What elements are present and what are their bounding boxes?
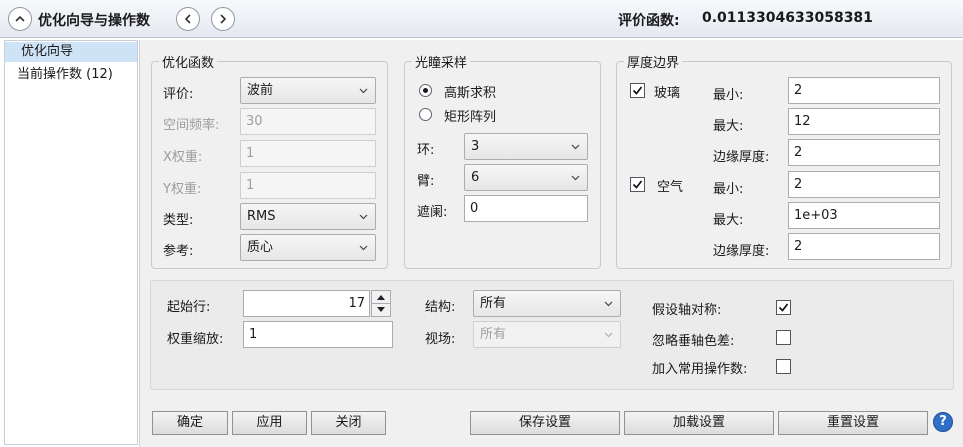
arms-select[interactable]: 6 bbox=[464, 164, 588, 191]
criterion-select[interactable]: 波前 bbox=[240, 77, 376, 104]
chevron-down-icon bbox=[604, 332, 613, 338]
chevron-down-icon bbox=[359, 88, 368, 94]
pupil-sampling-group: 光瞳采样 bbox=[404, 52, 601, 269]
checkmark-icon bbox=[632, 86, 643, 95]
sidebar-item-current-operands[interactable]: 当前操作数 (12) bbox=[5, 65, 137, 85]
group-title: 优化函数 bbox=[162, 56, 215, 71]
chevron-down-icon bbox=[571, 144, 580, 150]
y-weight-label: Y权重: bbox=[163, 182, 202, 197]
glass-max-field[interactable]: 12 bbox=[788, 108, 940, 135]
spatial-frequency-label: 空间频率: bbox=[163, 118, 220, 133]
add-favorite-operands-checkbox[interactable] bbox=[776, 359, 791, 374]
merit-function-value: 0.0113304633058381 bbox=[702, 10, 873, 26]
type-label: 类型: bbox=[163, 213, 194, 228]
field-select[interactable]: 所有 bbox=[473, 321, 621, 348]
reference-label: 参考: bbox=[163, 244, 194, 259]
chevron-down-icon bbox=[604, 301, 613, 307]
load-settings-button[interactable]: 加载设置 bbox=[624, 411, 774, 435]
criterion-value: 波前 bbox=[247, 83, 274, 98]
wizard-panel: 优化函数 评价: 波前 空间频率: 30 X权重: 1 Y权重: 1 类型: R… bbox=[139, 40, 963, 447]
help-icon[interactable]: ? bbox=[933, 412, 953, 432]
merit-function-label: 评价函数: bbox=[618, 13, 680, 29]
weight-scale-field[interactable]: 1 bbox=[243, 321, 393, 348]
air-checkbox[interactable] bbox=[630, 177, 645, 192]
chevron-down-icon bbox=[359, 245, 368, 251]
chevron-left-icon[interactable] bbox=[176, 7, 200, 31]
reference-value: 质心 bbox=[247, 240, 274, 255]
criterion-label: 评价: bbox=[163, 87, 194, 102]
glass-min-field[interactable]: 2 bbox=[788, 77, 940, 104]
obscuration-field[interactable]: 0 bbox=[464, 195, 588, 222]
group-title: 厚度边界 bbox=[627, 56, 680, 71]
ignore-lateral-color-label: 忽略垂轴色差: bbox=[652, 334, 735, 349]
field-value: 所有 bbox=[480, 327, 507, 342]
glass-edge-thickness-field[interactable]: 2 bbox=[788, 139, 940, 166]
obscuration-label: 遮阑: bbox=[417, 205, 448, 220]
chevron-up-icon[interactable] bbox=[8, 7, 32, 31]
field-label: 视场: bbox=[425, 332, 456, 347]
chevron-down-icon bbox=[571, 175, 580, 181]
ok-button[interactable]: 确定 bbox=[152, 411, 228, 435]
reference-select[interactable]: 质心 bbox=[240, 234, 376, 261]
chevron-down-icon bbox=[359, 214, 368, 220]
group-title: 光瞳采样 bbox=[415, 56, 468, 71]
gaussian-quadrature-radio[interactable] bbox=[419, 84, 432, 97]
close-button[interactable]: 关闭 bbox=[311, 411, 386, 435]
arms-label: 臂: bbox=[417, 174, 435, 189]
assume-axial-symmetry-label: 假设轴对称: bbox=[652, 303, 722, 318]
rings-select[interactable]: 3 bbox=[464, 133, 588, 160]
x-weight-label: X权重: bbox=[163, 150, 203, 165]
glass-min-label: 最小: bbox=[713, 88, 744, 103]
glass-label: 玻璃 bbox=[654, 86, 681, 101]
checkmark-icon bbox=[632, 180, 643, 189]
add-favorite-operands-label: 加入常用操作数: bbox=[652, 362, 748, 377]
air-min-field[interactable]: 2 bbox=[788, 171, 940, 198]
window-title: 优化向导与操作数 bbox=[38, 13, 150, 29]
structure-select[interactable]: 所有 bbox=[473, 290, 621, 317]
checkmark-icon bbox=[778, 303, 789, 312]
spatial-frequency-field[interactable]: 30 bbox=[240, 108, 376, 135]
type-value: RMS bbox=[247, 209, 276, 224]
glass-checkbox[interactable] bbox=[630, 83, 645, 98]
arms-value: 6 bbox=[471, 170, 480, 185]
rectangular-array-label: 矩形阵列 bbox=[444, 110, 497, 125]
air-edge-thickness-label: 边缘厚度: bbox=[713, 244, 770, 259]
spin-down-icon[interactable] bbox=[372, 303, 390, 315]
apply-button[interactable]: 应用 bbox=[232, 411, 307, 435]
sidebar-item-optimization-wizard[interactable]: 优化向导 bbox=[5, 42, 137, 62]
sidebar: 优化向导 当前操作数 (12) bbox=[4, 40, 138, 445]
save-settings-button[interactable]: 保存设置 bbox=[470, 411, 620, 435]
weight-scale-label: 权重缩放: bbox=[167, 332, 224, 347]
rings-value: 3 bbox=[471, 139, 480, 154]
reset-settings-button[interactable]: 重置设置 bbox=[778, 411, 928, 435]
glass-edge-thickness-label: 边缘厚度: bbox=[713, 150, 770, 165]
gaussian-quadrature-label: 高斯求积 bbox=[444, 86, 497, 101]
air-label: 空气 bbox=[657, 180, 684, 195]
start-row-spinner[interactable] bbox=[371, 290, 391, 317]
glass-max-label: 最大: bbox=[713, 119, 744, 134]
assume-axial-symmetry-checkbox[interactable] bbox=[776, 300, 791, 315]
structure-value: 所有 bbox=[480, 296, 507, 311]
type-select[interactable]: RMS bbox=[240, 203, 376, 230]
rings-label: 环: bbox=[417, 143, 435, 158]
air-min-label: 最小: bbox=[713, 182, 744, 197]
air-max-field[interactable]: 1e+03 bbox=[788, 202, 940, 229]
ignore-lateral-color-checkbox[interactable] bbox=[776, 330, 791, 345]
rectangular-array-radio[interactable] bbox=[419, 108, 432, 121]
structure-label: 结构: bbox=[425, 300, 456, 315]
chevron-right-icon[interactable] bbox=[211, 7, 235, 31]
air-edge-thickness-field[interactable]: 2 bbox=[788, 233, 940, 260]
spin-up-icon[interactable] bbox=[372, 291, 390, 303]
start-row-field[interactable]: 17 bbox=[243, 290, 370, 317]
start-row-label: 起始行: bbox=[167, 300, 211, 315]
air-max-label: 最大: bbox=[713, 213, 744, 228]
y-weight-field[interactable]: 1 bbox=[240, 172, 376, 199]
title-bar: 优化向导与操作数 评价函数: 0.0113304633058381 bbox=[0, 0, 963, 38]
x-weight-field[interactable]: 1 bbox=[240, 140, 376, 167]
